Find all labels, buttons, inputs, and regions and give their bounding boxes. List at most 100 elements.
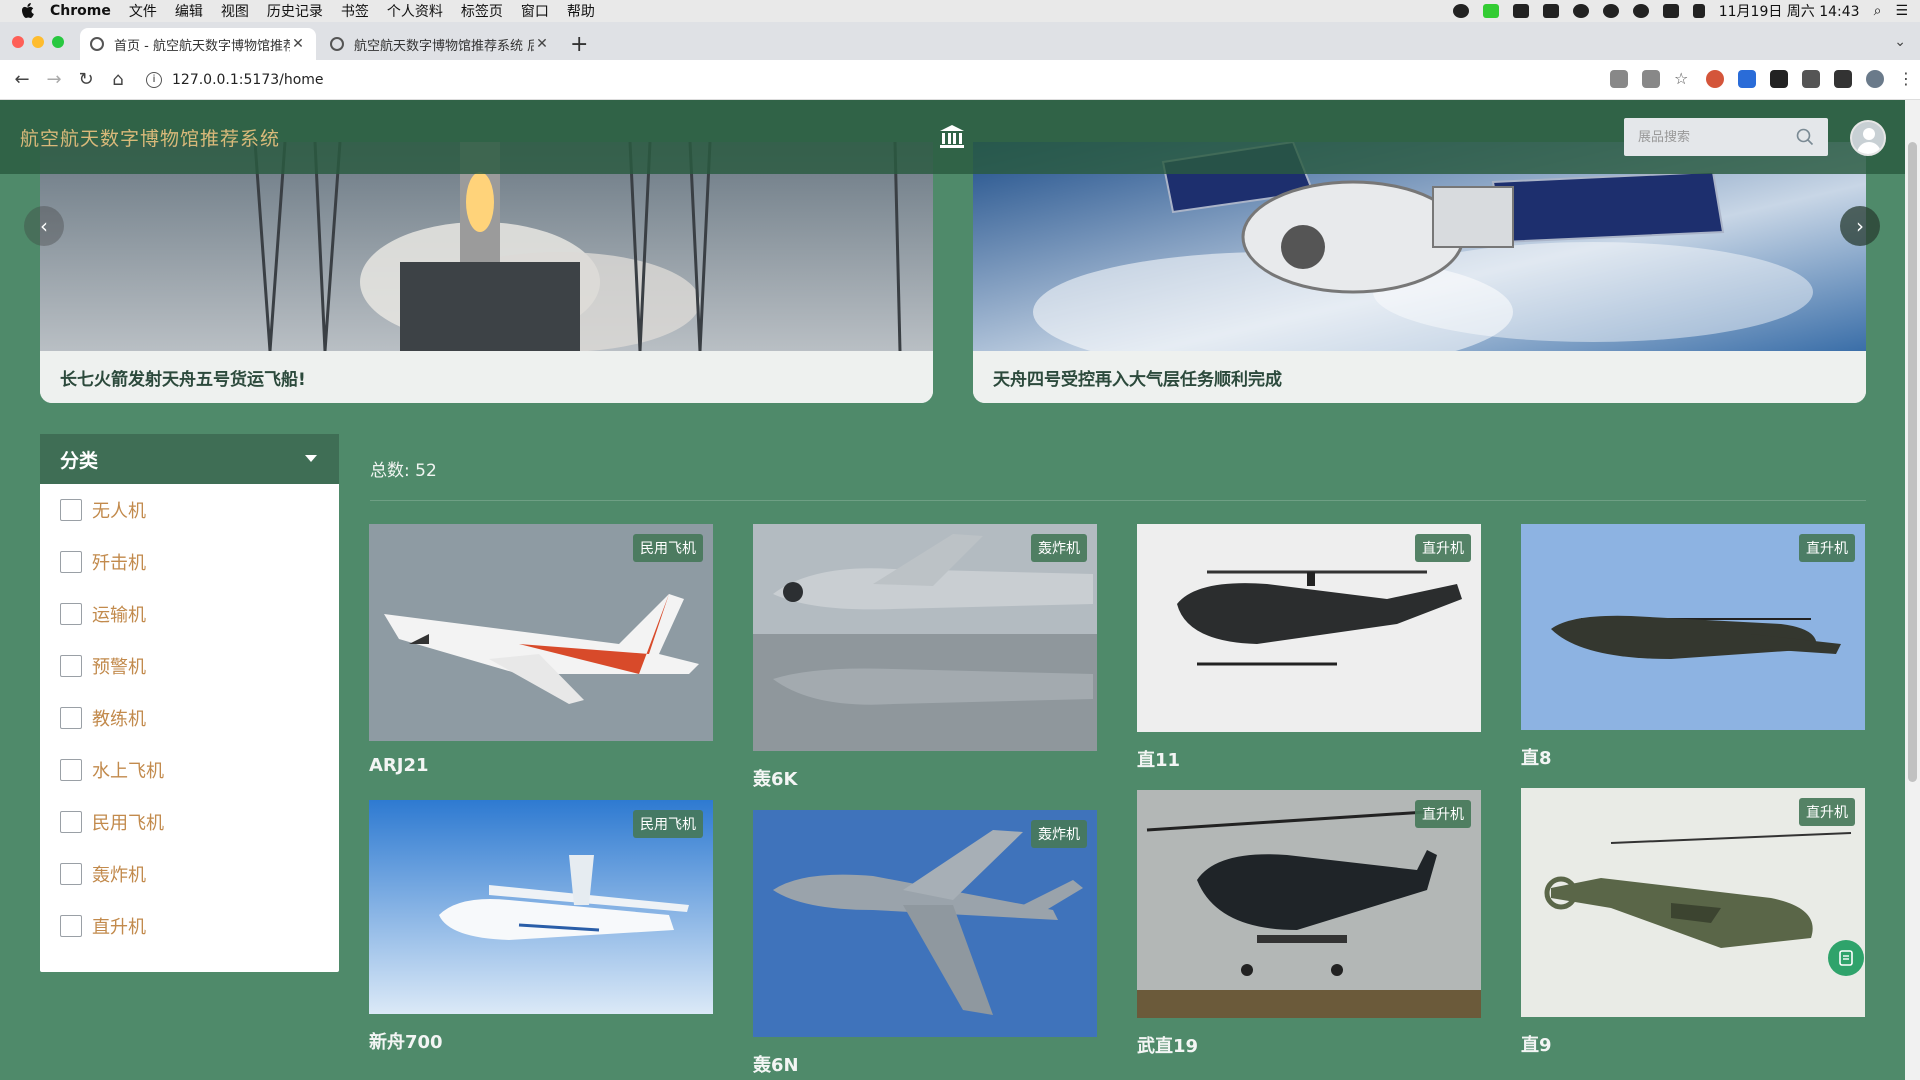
extension-icon[interactable] <box>1738 70 1756 88</box>
category-option-helicopter[interactable]: 直升机 <box>40 900 339 952</box>
carousel-next-button[interactable]: › <box>1840 206 1880 246</box>
category-option-seaplane[interactable]: 水上飞机 <box>40 744 339 796</box>
translate-icon[interactable] <box>1610 70 1628 88</box>
home-icon[interactable]: ⌂ <box>108 69 128 90</box>
forward-icon[interactable]: → <box>44 69 64 90</box>
checkbox[interactable] <box>60 707 82 729</box>
signal-icon[interactable] <box>1482 4 1499 18</box>
exhibit-card[interactable]: 民用飞机 新舟700 <box>369 800 713 1054</box>
wechat-tray-icon[interactable] <box>1632 4 1649 18</box>
carousel-caption[interactable]: 长七火箭发射天舟五号货运飞船! <box>40 351 933 403</box>
exhibit-image[interactable]: 轰炸机 <box>753 524 1097 751</box>
exhibit-name[interactable]: 轰6N <box>753 1051 1097 1077</box>
checkbox[interactable] <box>60 655 82 677</box>
minimize-window-button[interactable] <box>32 36 44 48</box>
tab-home[interactable]: 首页 - 航空航天数字博物馆推荐系 ✕ <box>80 28 316 60</box>
exhibit-card[interactable]: 轰炸机 轰6K <box>753 524 1097 791</box>
category-filter-header[interactable]: 分类 <box>40 434 339 484</box>
exhibit-card[interactable]: 直升机 武直19 <box>1137 790 1481 1058</box>
chat-tray-icon[interactable] <box>1602 4 1619 18</box>
exhibit-image[interactable]: 直升机 <box>1521 524 1865 730</box>
exhibit-name[interactable]: 直11 <box>1137 746 1481 772</box>
exhibit-card[interactable]: 直升机 直8 <box>1521 524 1865 770</box>
page-scrollbar[interactable] <box>1905 100 1920 1080</box>
back-icon[interactable]: ← <box>12 69 32 90</box>
new-tab-button[interactable]: + <box>570 32 588 57</box>
volume-icon[interactable] <box>1692 4 1705 18</box>
more-menu-icon[interactable]: ⋮ <box>1898 70 1914 88</box>
address-bar[interactable]: i 127.0.0.1:5173/home <box>146 66 1566 94</box>
menu-profiles[interactable]: 个人资料 <box>387 1 443 21</box>
exhibit-name[interactable]: 直8 <box>1521 744 1865 770</box>
bookmark-star-icon[interactable]: ☆ <box>1674 70 1692 88</box>
menu-history[interactable]: 历史记录 <box>267 1 323 21</box>
menu-edit[interactable]: 编辑 <box>175 1 203 21</box>
checkbox[interactable] <box>60 811 82 833</box>
menu-window[interactable]: 窗口 <box>521 1 549 21</box>
control-center-icon[interactable]: ☰ <box>1895 3 1908 19</box>
category-option-awacs[interactable]: 预警机 <box>40 640 339 692</box>
exhibit-card[interactable]: 直升机 直11 <box>1137 524 1481 772</box>
menu-tabs[interactable]: 标签页 <box>461 1 503 21</box>
profile-icon[interactable] <box>1866 70 1884 88</box>
exhibit-name[interactable]: 直9 <box>1521 1031 1865 1057</box>
exhibit-name[interactable]: 轰6K <box>753 765 1097 791</box>
extension-icon[interactable] <box>1770 70 1788 88</box>
tab-search-chevron-icon[interactable]: ⌄ <box>1894 34 1906 50</box>
menu-app-name[interactable]: Chrome <box>50 3 111 19</box>
category-option-bomber[interactable]: 轰炸机 <box>40 848 339 900</box>
extension-icon[interactable] <box>1706 70 1724 88</box>
share-icon[interactable] <box>1642 70 1660 88</box>
checkbox[interactable] <box>60 759 82 781</box>
checkbox[interactable] <box>60 603 82 625</box>
exhibit-card[interactable]: 民用飞机 ARJ21 <box>369 524 713 776</box>
category-option-drone[interactable]: 无人机 <box>40 484 339 536</box>
spotlight-icon[interactable]: ⌕ <box>1874 3 1882 19</box>
app-tray-icon[interactable] <box>1512 4 1529 18</box>
menu-view[interactable]: 视图 <box>221 1 249 21</box>
mail-tray-icon[interactable] <box>1542 4 1559 18</box>
record-icon[interactable] <box>1452 4 1469 18</box>
carousel-caption[interactable]: 天舟四号受控再入大气层任务顺利完成 <box>973 351 1866 403</box>
apple-icon[interactable] <box>20 3 36 19</box>
exhibit-image[interactable]: 直升机 <box>1137 790 1481 1018</box>
tab-admin[interactable]: 航空航天数字博物馆推荐系统 后 ✕ <box>320 28 560 60</box>
exhibit-image[interactable]: 民用飞机 <box>369 800 713 1014</box>
input-method-icon[interactable] <box>1662 4 1679 18</box>
carousel-card[interactable]: 长七火箭发射天舟五号货运飞船! <box>40 142 933 403</box>
exhibit-name[interactable]: 新舟700 <box>369 1028 713 1054</box>
site-info-icon[interactable]: i <box>146 72 162 88</box>
exhibit-image[interactable]: 直升机 <box>1137 524 1481 732</box>
maximize-window-button[interactable] <box>52 36 64 48</box>
exhibit-search[interactable] <box>1624 118 1828 156</box>
category-option-trainer[interactable]: 教练机 <box>40 692 339 744</box>
exhibit-name[interactable]: 武直19 <box>1137 1032 1481 1058</box>
category-option-civil[interactable]: 民用飞机 <box>40 796 339 848</box>
checkbox[interactable] <box>60 915 82 937</box>
search-input[interactable] <box>1638 129 1788 145</box>
exhibit-image[interactable]: 直升机 <box>1521 788 1865 1017</box>
category-option-fighter[interactable]: 歼击机 <box>40 536 339 588</box>
chat-assistant-button[interactable] <box>1828 940 1864 976</box>
tab-close-icon[interactable]: ✕ <box>290 36 306 52</box>
caret-down-icon[interactable] <box>305 455 317 462</box>
carousel-card[interactable]: 天舟四号受控再入大气层任务顺利完成 <box>973 142 1866 403</box>
exhibit-card[interactable]: 直升机 直9 <box>1521 788 1865 1057</box>
site-title[interactable]: 航空航天数字博物馆推荐系统 <box>20 124 280 151</box>
side-panel-icon[interactable] <box>1834 70 1852 88</box>
menu-help[interactable]: 帮助 <box>567 1 595 21</box>
menu-file[interactable]: 文件 <box>129 1 157 21</box>
search-icon[interactable] <box>1796 128 1814 146</box>
menu-bookmarks[interactable]: 书签 <box>341 1 369 21</box>
category-option-transport[interactable]: 运输机 <box>40 588 339 640</box>
exhibit-image[interactable]: 轰炸机 <box>753 810 1097 1037</box>
reload-icon[interactable]: ↻ <box>76 69 96 90</box>
clock[interactable]: 11月19日 周六 14:43 <box>1719 1 1860 21</box>
puzzle-icon[interactable] <box>1802 70 1820 88</box>
scrollbar-thumb[interactable] <box>1908 142 1917 782</box>
globe-tray-icon[interactable] <box>1572 4 1589 18</box>
checkbox[interactable] <box>60 551 82 573</box>
checkbox[interactable] <box>60 499 82 521</box>
tab-close-icon[interactable]: ✕ <box>534 36 550 52</box>
exhibit-name[interactable]: ARJ21 <box>369 755 713 776</box>
